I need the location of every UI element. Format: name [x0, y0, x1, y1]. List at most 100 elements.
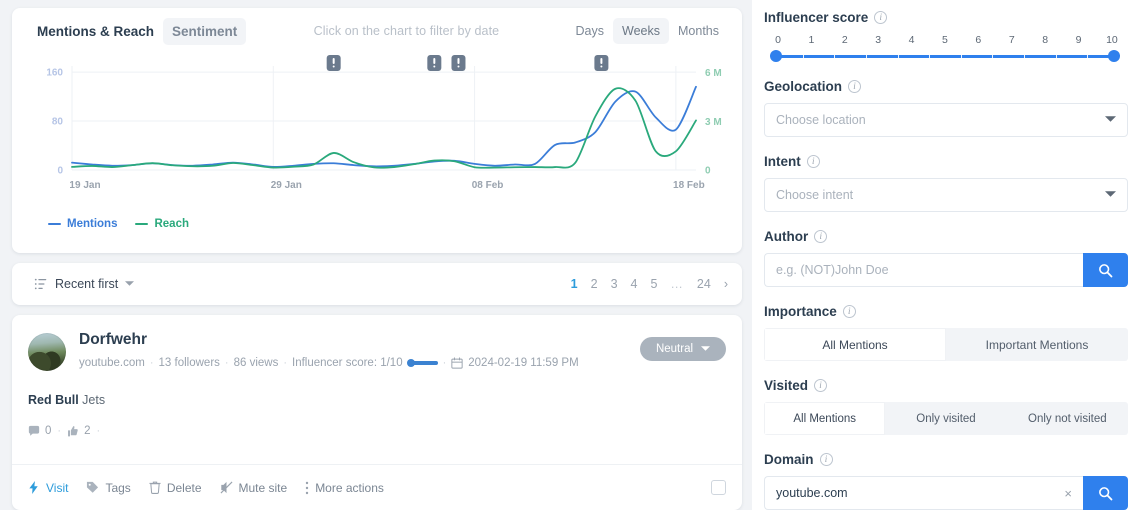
action-delete[interactable]: Delete — [149, 481, 202, 495]
svg-text:3 M: 3 M — [705, 117, 722, 128]
chevron-down-icon — [125, 281, 135, 287]
chevron-down-icon — [1105, 190, 1116, 200]
slider-track[interactable] — [770, 50, 1120, 62]
chart-plot-area[interactable]: 0 80 160 0 3 M 6 M 19 Jan 29 Jan 08 Feb 18 Feb — [28, 54, 728, 214]
influencer-score-slider[interactable]: 0 1 2 3 4 5 6 7 8 9 10 — [764, 34, 1128, 62]
sentiment-badge[interactable]: Neutral — [640, 337, 726, 361]
legend-label-reach: Reach — [154, 218, 190, 230]
search-icon — [1098, 263, 1113, 278]
domain-search-button[interactable] — [1083, 476, 1128, 510]
sort-value-label: Recent first — [55, 277, 119, 291]
mention-snippet[interactable]: Red Bull Jets — [28, 393, 726, 407]
influencer-score-label-row: Influencer score i — [764, 10, 1128, 25]
author-search-button[interactable] — [1083, 253, 1128, 287]
action-delete-label: Delete — [166, 480, 202, 495]
intent-select[interactable]: Choose intent — [764, 178, 1128, 212]
meta-followers: 13 followers — [158, 356, 220, 369]
intent-label: Intent — [764, 154, 801, 169]
geolocation-select[interactable]: Choose location — [764, 103, 1128, 137]
legend-item-reach[interactable]: Reach — [135, 218, 189, 230]
range-months[interactable]: Months — [669, 18, 728, 44]
page-5[interactable]: 5 — [650, 277, 657, 291]
author-label: Author — [764, 229, 809, 244]
slider-rail — [771, 54, 1119, 59]
info-icon[interactable]: i — [874, 11, 888, 24]
slider-handle-max[interactable] — [1108, 50, 1120, 62]
lightning-icon — [28, 481, 40, 494]
filters-panel: Influencer score i 0 1 2 3 4 5 6 7 8 9 1… — [752, 0, 1140, 510]
svg-text:19 Jan: 19 Jan — [69, 180, 100, 191]
mention-card: Dorfwehr youtube.com · 13 followers · 86… — [12, 315, 742, 510]
legend-item-mentions[interactable]: Mentions — [48, 218, 117, 230]
svg-text:80: 80 — [52, 117, 64, 128]
importance-option-important-mentions[interactable]: Important Mentions — [946, 328, 1128, 361]
page-3[interactable]: 3 — [611, 277, 618, 291]
legend-swatch-reach — [135, 223, 149, 225]
meta-separator: · — [283, 356, 287, 369]
filter-geolocation: Geolocation i Choose location — [764, 79, 1128, 137]
chart-tab-group: Mentions & Reach Sentiment — [28, 17, 247, 45]
slider-tick-3: 3 — [875, 34, 882, 46]
like-count: 2 — [67, 425, 90, 437]
intent-label-row: Intent i — [764, 154, 1128, 169]
page-4[interactable]: 4 — [631, 277, 638, 291]
meta-influencer-score: Influencer score: 1/10 — [292, 356, 403, 369]
info-icon[interactable]: i — [819, 453, 833, 466]
author-input-row: e.g. (NOT)John Doe — [764, 253, 1128, 287]
page-1[interactable]: 1 — [571, 277, 578, 291]
visited-option-all-mentions[interactable]: All Mentions — [764, 402, 886, 435]
svg-text:29 Jan: 29 Jan — [271, 180, 302, 191]
next-page-button[interactable]: › — [724, 277, 728, 291]
snippet-rest: Jets — [78, 393, 106, 407]
action-mute-site[interactable]: Mute site — [220, 480, 288, 495]
info-icon[interactable]: i — [814, 379, 828, 392]
sort-dropdown[interactable]: Recent first — [26, 271, 144, 297]
mention-action-bar: Visit Tags Delete Mute site More actions — [12, 464, 742, 510]
geolocation-label: Geolocation — [764, 79, 843, 94]
slider-handle-min[interactable] — [770, 50, 782, 62]
author-placeholder: e.g. (NOT)John Doe — [776, 263, 889, 277]
meta-separator: · — [149, 356, 154, 369]
page-2[interactable]: 2 — [591, 277, 598, 291]
info-icon[interactable]: i — [848, 80, 862, 93]
action-more-actions[interactable]: More actions — [305, 481, 384, 495]
line-chart-svg[interactable]: 0 80 160 0 3 M 6 M 19 Jan 29 Jan 08 Feb 18 Feb — [28, 54, 740, 214]
more-vertical-icon — [305, 481, 309, 495]
tab-sentiment[interactable]: Sentiment — [163, 17, 247, 45]
page-24[interactable]: 24 — [697, 277, 711, 291]
svg-text:0: 0 — [57, 166, 63, 177]
visited-segmented-control: All Mentions Only visited Only not visit… — [764, 402, 1128, 435]
comment-count: 0 — [28, 425, 51, 437]
author-input[interactable]: e.g. (NOT)John Doe — [764, 253, 1083, 287]
info-icon[interactable]: i — [814, 230, 828, 243]
mention-header: Dorfwehr youtube.com · 13 followers · 86… — [28, 331, 726, 371]
visited-option-only-visited[interactable]: Only visited — [885, 402, 1007, 435]
range-days[interactable]: Days — [567, 18, 613, 44]
mention-author-name[interactable]: Dorfwehr — [79, 331, 579, 350]
clear-icon[interactable]: × — [1056, 486, 1072, 501]
range-weeks[interactable]: Weeks — [613, 18, 669, 44]
action-tags[interactable]: Tags — [86, 481, 131, 495]
tab-mentions-and-reach[interactable]: Mentions & Reach — [28, 18, 163, 45]
geolocation-placeholder: Choose location — [776, 113, 866, 127]
action-visit[interactable]: Visit — [28, 481, 68, 495]
calendar-icon — [451, 356, 463, 369]
importance-option-all-mentions[interactable]: All Mentions — [764, 328, 946, 361]
like-count-value: 2 — [84, 425, 91, 437]
trash-icon — [149, 481, 161, 494]
svg-text:08 Feb: 08 Feb — [472, 180, 504, 191]
domain-input[interactable]: youtube.com × — [764, 476, 1083, 510]
comment-count-value: 0 — [45, 425, 52, 437]
slider-tick-2: 2 — [841, 34, 848, 46]
action-mute-label: Mute site — [238, 480, 288, 495]
mention-select-checkbox[interactable] — [711, 480, 726, 495]
chart-legend: Mentions Reach — [12, 214, 742, 230]
range-toggle-group: Days Weeks Months — [567, 18, 728, 44]
visited-option-only-not-visited[interactable]: Only not visited — [1006, 402, 1128, 435]
info-icon[interactable]: i — [842, 305, 856, 318]
slider-tick-9: 9 — [1075, 34, 1082, 46]
svg-text:6 M: 6 M — [705, 68, 722, 79]
mention-meta-row: youtube.com · 13 followers · 86 views · … — [79, 357, 579, 369]
info-icon[interactable]: i — [806, 155, 820, 168]
influencer-score-label: Influencer score — [764, 10, 869, 25]
